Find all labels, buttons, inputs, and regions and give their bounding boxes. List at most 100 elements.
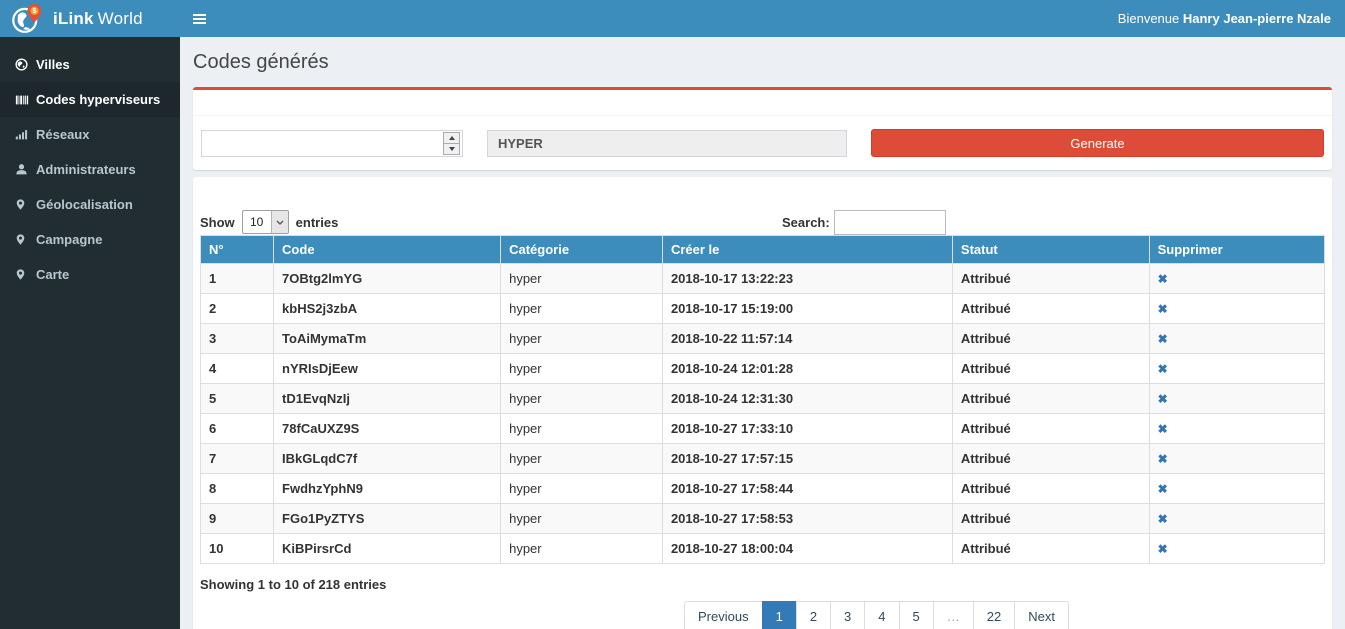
table-row: 4 nYRIsDjEew hyper 2018-10-24 12:01:28 A… bbox=[201, 354, 1325, 384]
delete-icon[interactable]: ✖ bbox=[1158, 392, 1168, 406]
table-row: 3 ToAiMymaTm hyper 2018-10-22 11:57:14 A… bbox=[201, 324, 1325, 354]
svg-text:$: $ bbox=[32, 8, 36, 15]
welcome-text: Bienvenue Hanry Jean-pierre Nzale bbox=[1118, 11, 1331, 26]
row-category: hyper bbox=[501, 294, 663, 324]
page-length-select[interactable]: 10 bbox=[242, 210, 289, 234]
table-row: 2 kbHS2j3zbA hyper 2018-10-17 15:19:00 A… bbox=[201, 294, 1325, 324]
delete-icon[interactable]: ✖ bbox=[1158, 452, 1168, 466]
row-code: KiBPirsrCd bbox=[274, 534, 501, 564]
quantity-stepper[interactable] bbox=[201, 130, 463, 157]
sidebar-item-reseaux[interactable]: Réseaux bbox=[0, 117, 180, 152]
sidebar-item-villes[interactable]: Villes bbox=[0, 47, 180, 82]
row-code: tD1EvqNzIj bbox=[274, 384, 501, 414]
row-code: FwdhzYphN9 bbox=[274, 474, 501, 504]
pagination-button[interactable]: 4 bbox=[865, 601, 899, 629]
table-row: 9 FGo1PyZTYS hyper 2018-10-27 17:58:53 A… bbox=[201, 504, 1325, 534]
app-logo-block[interactable]: $ iLinkWorld bbox=[0, 0, 180, 37]
column-header[interactable]: Code bbox=[274, 236, 501, 264]
delete-icon[interactable]: ✖ bbox=[1158, 512, 1168, 526]
row-delete-cell: ✖ bbox=[1149, 474, 1324, 504]
pagination-button[interactable]: 2 bbox=[797, 601, 831, 629]
sidebar-toggle-button[interactable] bbox=[193, 12, 206, 26]
table-row: 8 FwdhzYphN9 hyper 2018-10-27 17:58:44 A… bbox=[201, 474, 1325, 504]
generate-button[interactable]: Generate bbox=[871, 129, 1324, 157]
delete-icon[interactable]: ✖ bbox=[1158, 422, 1168, 436]
sidebar-item-label: Villes bbox=[36, 57, 70, 72]
delete-icon[interactable]: ✖ bbox=[1158, 362, 1168, 376]
sidebar-item-label: Réseaux bbox=[36, 127, 89, 142]
row-delete-cell: ✖ bbox=[1149, 264, 1324, 294]
row-category: hyper bbox=[501, 504, 663, 534]
pagination-button[interactable]: 22 bbox=[974, 601, 1015, 629]
generator-box-header bbox=[193, 90, 1332, 116]
chevron-down-icon bbox=[271, 211, 288, 233]
globe-icon bbox=[15, 58, 36, 71]
column-header[interactable]: Supprimer bbox=[1149, 236, 1324, 264]
pagination-button[interactable]: Next bbox=[1015, 601, 1069, 629]
row-number: 10 bbox=[201, 534, 274, 564]
row-status: Attribué bbox=[952, 384, 1149, 414]
table-info-text: Showing 1 to 10 of 218 entries bbox=[200, 577, 1325, 592]
row-status: Attribué bbox=[952, 474, 1149, 504]
column-header[interactable]: Catégorie bbox=[501, 236, 663, 264]
column-header[interactable]: N° bbox=[201, 236, 274, 264]
row-status: Attribué bbox=[952, 414, 1149, 444]
sidebar-item-carte[interactable]: Carte bbox=[0, 257, 180, 292]
sidebar-item-geolocalisation[interactable]: Géolocalisation bbox=[0, 187, 180, 222]
row-delete-cell: ✖ bbox=[1149, 504, 1324, 534]
delete-icon[interactable]: ✖ bbox=[1158, 302, 1168, 316]
pagination: Previous12345…22Next bbox=[684, 601, 1069, 629]
spin-up-button[interactable] bbox=[444, 133, 459, 143]
sidebar: Villes Codes hyperviseurs Réseaux Admini… bbox=[0, 37, 180, 629]
sidebar-item-label: Codes hyperviseurs bbox=[36, 92, 160, 107]
table-search-control: Search: bbox=[782, 210, 946, 235]
column-header[interactable]: Créer le bbox=[662, 236, 952, 264]
page-length-control: Show 10 entries bbox=[200, 210, 1325, 234]
row-created: 2018-10-27 17:58:44 bbox=[662, 474, 952, 504]
row-created: 2018-10-27 17:57:15 bbox=[662, 444, 952, 474]
row-category: hyper bbox=[501, 414, 663, 444]
sidebar-item-campagne[interactable]: Campagne bbox=[0, 222, 180, 257]
row-code: 7OBtg2lmYG bbox=[274, 264, 501, 294]
table-header-row: N°CodeCatégorieCréer leStatutSupprimer bbox=[201, 236, 1325, 264]
spin-down-button[interactable] bbox=[444, 143, 459, 154]
pagination-button[interactable]: 3 bbox=[831, 601, 865, 629]
sidebar-item-codes-hyperviseurs[interactable]: Codes hyperviseurs bbox=[0, 82, 180, 117]
delete-icon[interactable]: ✖ bbox=[1158, 542, 1168, 556]
row-created: 2018-10-27 17:58:53 bbox=[662, 504, 952, 534]
sidebar-item-administrateurs[interactable]: Administrateurs bbox=[0, 152, 180, 187]
row-status: Attribué bbox=[952, 444, 1149, 474]
pagination-button[interactable]: Previous bbox=[684, 601, 763, 629]
delete-icon[interactable]: ✖ bbox=[1158, 332, 1168, 346]
codes-table: N°CodeCatégorieCréer leStatutSupprimer 1… bbox=[200, 235, 1325, 564]
row-category: hyper bbox=[501, 474, 663, 504]
row-number: 2 bbox=[201, 294, 274, 324]
pagination-button[interactable]: 1 bbox=[763, 601, 797, 629]
pagination-button[interactable]: … bbox=[934, 601, 974, 629]
row-created: 2018-10-17 13:22:23 bbox=[662, 264, 952, 294]
table-row: 5 tD1EvqNzIj hyper 2018-10-24 12:31:30 A… bbox=[201, 384, 1325, 414]
row-created: 2018-10-17 15:19:00 bbox=[662, 294, 952, 324]
row-delete-cell: ✖ bbox=[1149, 444, 1324, 474]
row-status: Attribué bbox=[952, 264, 1149, 294]
welcome-user-name: Hanry Jean-pierre Nzale bbox=[1183, 11, 1331, 26]
row-delete-cell: ✖ bbox=[1149, 534, 1324, 564]
row-category: hyper bbox=[501, 534, 663, 564]
barcode-icon bbox=[15, 93, 36, 107]
sidebar-item-label: Administrateurs bbox=[36, 162, 136, 177]
pagination-button[interactable]: 5 bbox=[900, 601, 934, 629]
sidebar-item-label: Géolocalisation bbox=[36, 197, 133, 212]
row-category: hyper bbox=[501, 444, 663, 474]
row-number: 1 bbox=[201, 264, 274, 294]
row-category: hyper bbox=[501, 354, 663, 384]
delete-icon[interactable]: ✖ bbox=[1158, 272, 1168, 286]
row-created: 2018-10-24 12:31:30 bbox=[662, 384, 952, 414]
row-category: hyper bbox=[501, 264, 663, 294]
main-content: Codes générés Generate Show 10 bbox=[180, 37, 1345, 629]
search-input[interactable] bbox=[834, 210, 946, 235]
row-delete-cell: ✖ bbox=[1149, 354, 1324, 384]
row-delete-cell: ✖ bbox=[1149, 294, 1324, 324]
row-code: kbHS2j3zbA bbox=[274, 294, 501, 324]
column-header[interactable]: Statut bbox=[952, 236, 1149, 264]
delete-icon[interactable]: ✖ bbox=[1158, 482, 1168, 496]
